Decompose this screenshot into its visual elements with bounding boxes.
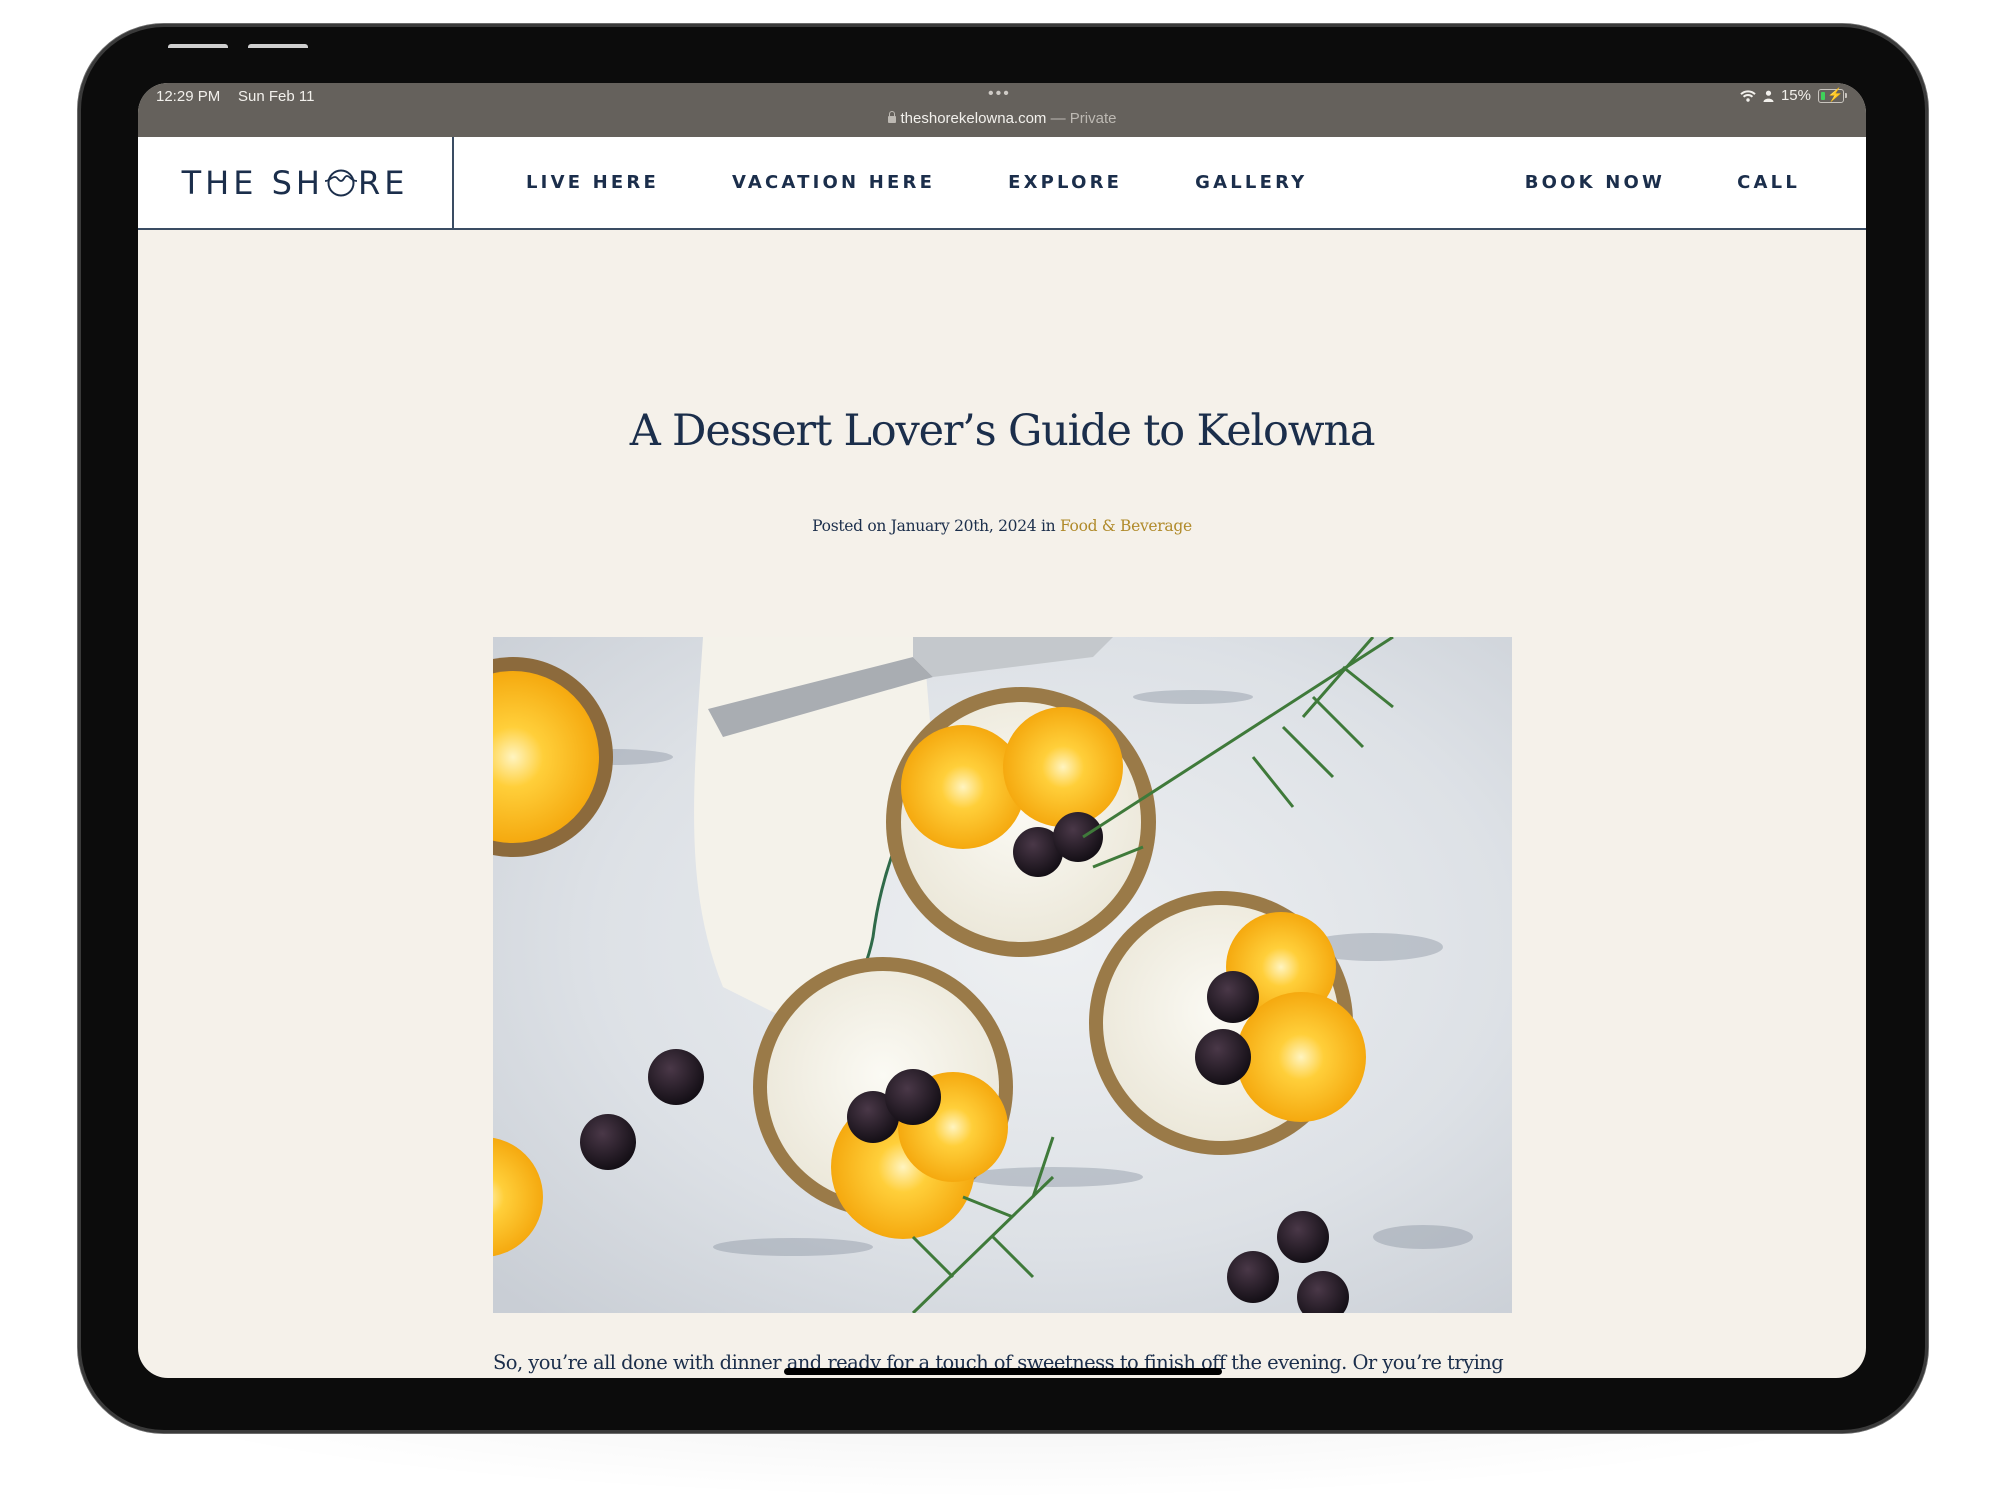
category-link[interactable]: Food & Beverage [1060,517,1192,535]
dessert-photo [493,637,1512,1313]
wifi-icon [1740,89,1756,102]
post-date: Posted on January 20th, 2024 in [812,517,1056,535]
wave-o-icon [324,169,357,196]
post-meta: Posted on January 20th, 2024 in Food & B… [138,517,1866,535]
home-indicator[interactable] [784,1368,1222,1375]
primary-nav: LIVE HERE VACATION HERE EXPLORE GALLERY [526,137,1307,228]
article-hero-image [493,637,1512,1313]
status-bar: 12:29 PM Sun Feb 11 ••• theshorekelowna.… [138,83,1866,137]
site-logo: THE SH RE [182,164,409,202]
volume-button [168,44,228,48]
more-dots-icon[interactable]: ••• [988,85,1011,103]
screen: 12:29 PM Sun Feb 11 ••• theshorekelowna.… [138,83,1866,1378]
nav-vacation-here[interactable]: VACATION HERE [732,172,935,193]
status-icons: 15% ⚡ [1740,87,1847,104]
address-bar[interactable]: theshorekelowna.com — Private [138,110,1866,127]
logo-link[interactable]: THE SH RE [138,137,454,228]
person-icon [1763,90,1774,102]
battery-charging-icon: ⚡ [1818,87,1847,103]
article-title: A Dessert Lover’s Guide to Kelowna [629,406,1376,456]
nav-gallery[interactable]: GALLERY [1195,172,1307,193]
nav-explore[interactable]: EXPLORE [1008,172,1122,193]
lock-icon [887,111,896,123]
secondary-nav: BOOK NOW CALL [1525,137,1800,228]
nav-live-here[interactable]: LIVE HERE [526,172,659,193]
site-header: THE SH RE LIVE HERE VACATION HERE EXPLOR… [138,137,1866,230]
status-time: 12:29 PM [156,88,221,105]
battery-percent: 15% [1780,87,1811,104]
logo-text-left: THE SH [181,163,324,202]
logo-text-right: RE [357,163,409,202]
url-text: theshorekelowna.com [900,110,1047,127]
nav-call[interactable]: CALL [1737,172,1800,193]
private-label: — Private [1050,110,1117,127]
status-date: Sun Feb 11 [238,88,315,105]
nav-book-now[interactable]: BOOK NOW [1525,172,1665,193]
volume-button [248,44,308,48]
